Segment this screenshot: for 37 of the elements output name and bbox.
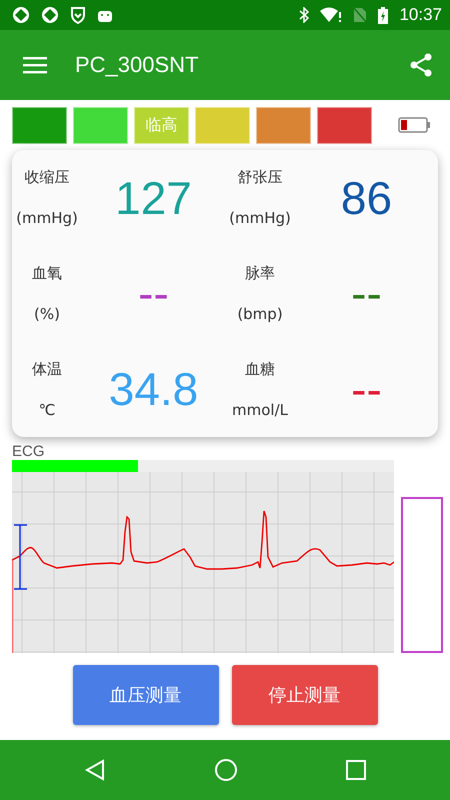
app-title: PC_300SNT	[75, 52, 200, 78]
vital-unit: mmol/L	[232, 400, 288, 419]
vital-value: --	[350, 362, 383, 416]
vital-unit: (mmHg)	[229, 209, 291, 228]
vital-name: 舒张压	[238, 168, 282, 188]
vital-unit: (mmHg)	[16, 209, 78, 228]
vital-name: 血糖	[245, 360, 275, 379]
action-button[interactable]: 血压测量	[72, 665, 218, 725]
ecg-label: ECG	[12, 443, 46, 460]
shield-icon	[70, 6, 86, 24]
vital-value: 86	[340, 170, 394, 225]
vital-name: 脉率	[245, 264, 275, 283]
vital-unit: (bmp)	[237, 304, 283, 323]
vital-value: 34.8	[108, 362, 200, 416]
share-icon[interactable]	[410, 53, 432, 77]
back-icon[interactable]	[84, 759, 106, 781]
bluetooth-icon	[299, 7, 310, 23]
no-sim-icon	[353, 7, 368, 23]
vital-name: 血氧	[32, 264, 62, 283]
vital-name: 体温	[32, 360, 62, 379]
wifi-icon	[320, 7, 342, 23]
vital-name: 收缩压	[24, 168, 70, 188]
vital-unit: ℃	[38, 400, 56, 419]
app-icon	[41, 6, 59, 24]
battery-low-icon	[398, 117, 430, 133]
vital-value: 127	[114, 170, 193, 225]
vital-unit: (%)	[34, 304, 60, 323]
vital-value: --	[137, 266, 170, 320]
app-icon	[12, 6, 30, 24]
menu-icon[interactable]	[23, 56, 47, 74]
vital-value: --	[350, 266, 383, 320]
action-button[interactable]: 停止测量	[232, 665, 378, 725]
battery-charging-icon	[378, 6, 388, 24]
recents-icon[interactable]	[346, 760, 366, 780]
home-icon[interactable]	[214, 758, 238, 782]
status-time: 10:37	[399, 5, 442, 25]
level-swatch: 临高	[134, 106, 189, 144]
